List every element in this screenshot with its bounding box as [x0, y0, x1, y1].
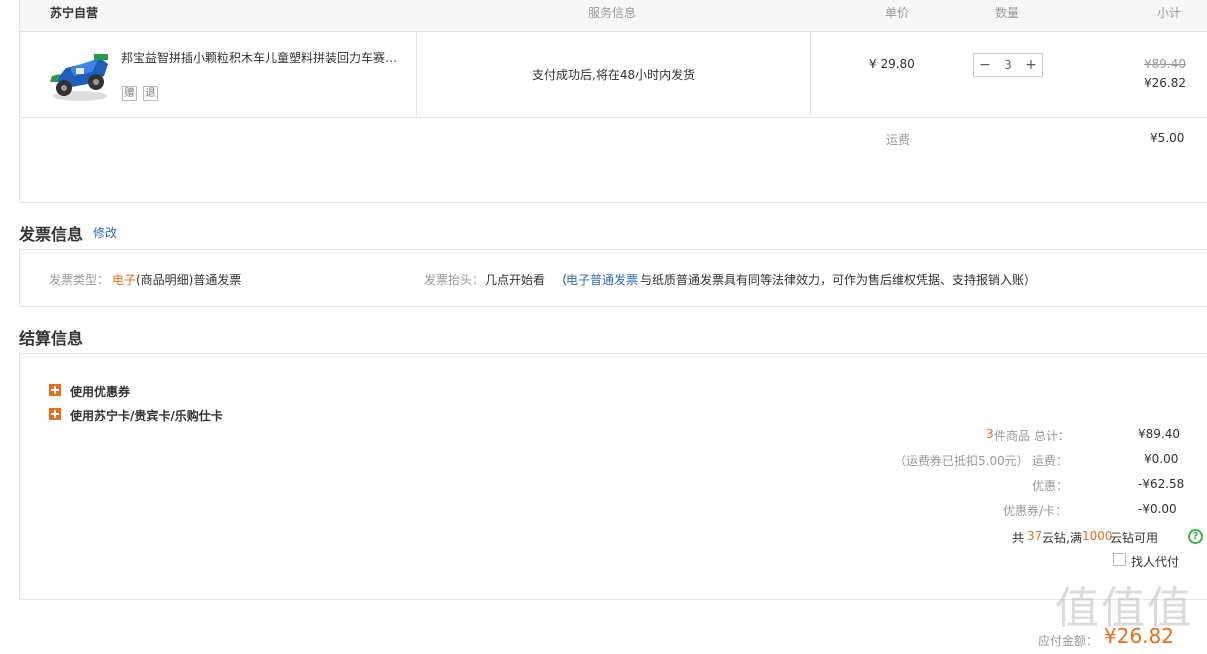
freight-value: ¥0.00	[1144, 452, 1179, 466]
invoice-type-highlight: 电子	[112, 273, 137, 287]
invoice-type-value: (商品明细)普通发票	[136, 273, 242, 287]
items-total-value: ¥89.40	[1138, 427, 1180, 441]
freight-coupon-note: （运费券已抵扣5.00元）	[894, 454, 1029, 468]
cloud-threshold: 1000	[1082, 529, 1113, 543]
cloud-mid: 云钻,满	[1042, 531, 1082, 545]
column-subtotal: 小计	[1157, 6, 1182, 20]
e-invoice-link[interactable]: 电子普通发票	[566, 271, 638, 288]
help-icon[interactable]: ?	[1188, 529, 1203, 544]
divider	[416, 32, 417, 118]
invoice-note-text: 与纸质普通发票具有同等法律效力，可作为售后维权凭据、支持报销入账）	[640, 273, 1037, 287]
column-unit-price: 单价	[885, 6, 910, 20]
cloud-suffix: 云钻可用	[1110, 531, 1159, 545]
discount-label: 优惠：	[1032, 479, 1069, 493]
watermark-logo: 值值值	[1055, 583, 1193, 634]
subtotal-original: ¥89.40	[1144, 57, 1186, 71]
invoice-header-label: 发票抬头：	[424, 273, 485, 287]
product-title[interactable]: 邦宝益智拼插小颗粒积木车儿童塑料拼装回力车赛…	[121, 49, 397, 66]
discount-value: -¥62.58	[1138, 477, 1185, 491]
coupon-card-value: -¥0.00	[1138, 502, 1177, 516]
use-card-toggle[interactable]: 使用苏宁卡/贵宾卡/乐购仕卡	[70, 407, 223, 424]
service-info: 支付成功后,将在48小时内发货	[532, 68, 696, 82]
use-coupon-toggle[interactable]: 使用优惠券	[70, 383, 130, 400]
column-quantity: 数量	[995, 6, 1020, 20]
column-service: 服务信息	[588, 6, 637, 20]
unit-price: ¥ 29.80	[869, 57, 915, 71]
items-total-label: 件商品 总计：	[994, 429, 1070, 443]
shipping-value: ¥5.00	[1150, 131, 1185, 145]
invoice-section-title: 发票信息	[19, 225, 84, 244]
increase-quantity-button[interactable]: +	[1020, 54, 1042, 76]
store-name: 苏宁自营	[50, 6, 99, 20]
quantity-stepper: − 3 +	[973, 53, 1043, 77]
invoice-type-label: 发票类型：	[49, 273, 110, 287]
order-item-row: 邦宝益智拼插小颗粒积木车儿童塑料拼装回力车赛… 赠 退 支付成功后,将在48小时…	[20, 32, 1207, 118]
divider	[810, 32, 811, 118]
gift-tag: 赠	[122, 86, 137, 101]
decrease-quantity-button[interactable]: −	[974, 54, 996, 76]
order-table: 苏宁自营 服务信息 单价 数量 小计 邦宝益智拼插小颗粒积木车儿童塑料拼装回力车…	[19, 0, 1207, 203]
order-table-header: 苏宁自营 服务信息 单价 数量 小计	[20, 0, 1207, 32]
freight-label: 运费：	[1032, 454, 1069, 468]
expand-plus-icon[interactable]	[49, 384, 61, 396]
items-count: 3	[986, 427, 994, 441]
quantity-value[interactable]: 3	[996, 54, 1020, 76]
settlement-section-title: 结算信息	[19, 329, 84, 348]
product-image[interactable]	[48, 46, 112, 106]
settlement-box: 使用优惠券 使用苏宁卡/贵宾卡/乐购仕卡 3 件商品 总计： ¥89.40 （运…	[19, 353, 1207, 600]
coupon-card-label: 优惠券/卡：	[1003, 504, 1068, 518]
proxy-pay-label: 找人代付	[1131, 555, 1180, 569]
invoice-header-value: 几点开始看	[485, 273, 546, 287]
return-tag: 退	[143, 86, 158, 101]
subtotal: ¥26.82	[1144, 76, 1186, 90]
invoice-box: 发票类型： 电子 (商品明细)普通发票 发票抬头： 几点开始看 （ 电子普通发票…	[19, 249, 1207, 307]
cloud-prefix: 共	[1012, 531, 1025, 545]
invoice-edit-link[interactable]: 修改	[93, 224, 117, 241]
cloud-count: 37	[1027, 529, 1043, 543]
shipping-label: 运费	[886, 133, 911, 147]
expand-plus-icon[interactable]	[49, 408, 61, 420]
proxy-pay-checkbox[interactable]	[1113, 553, 1126, 566]
